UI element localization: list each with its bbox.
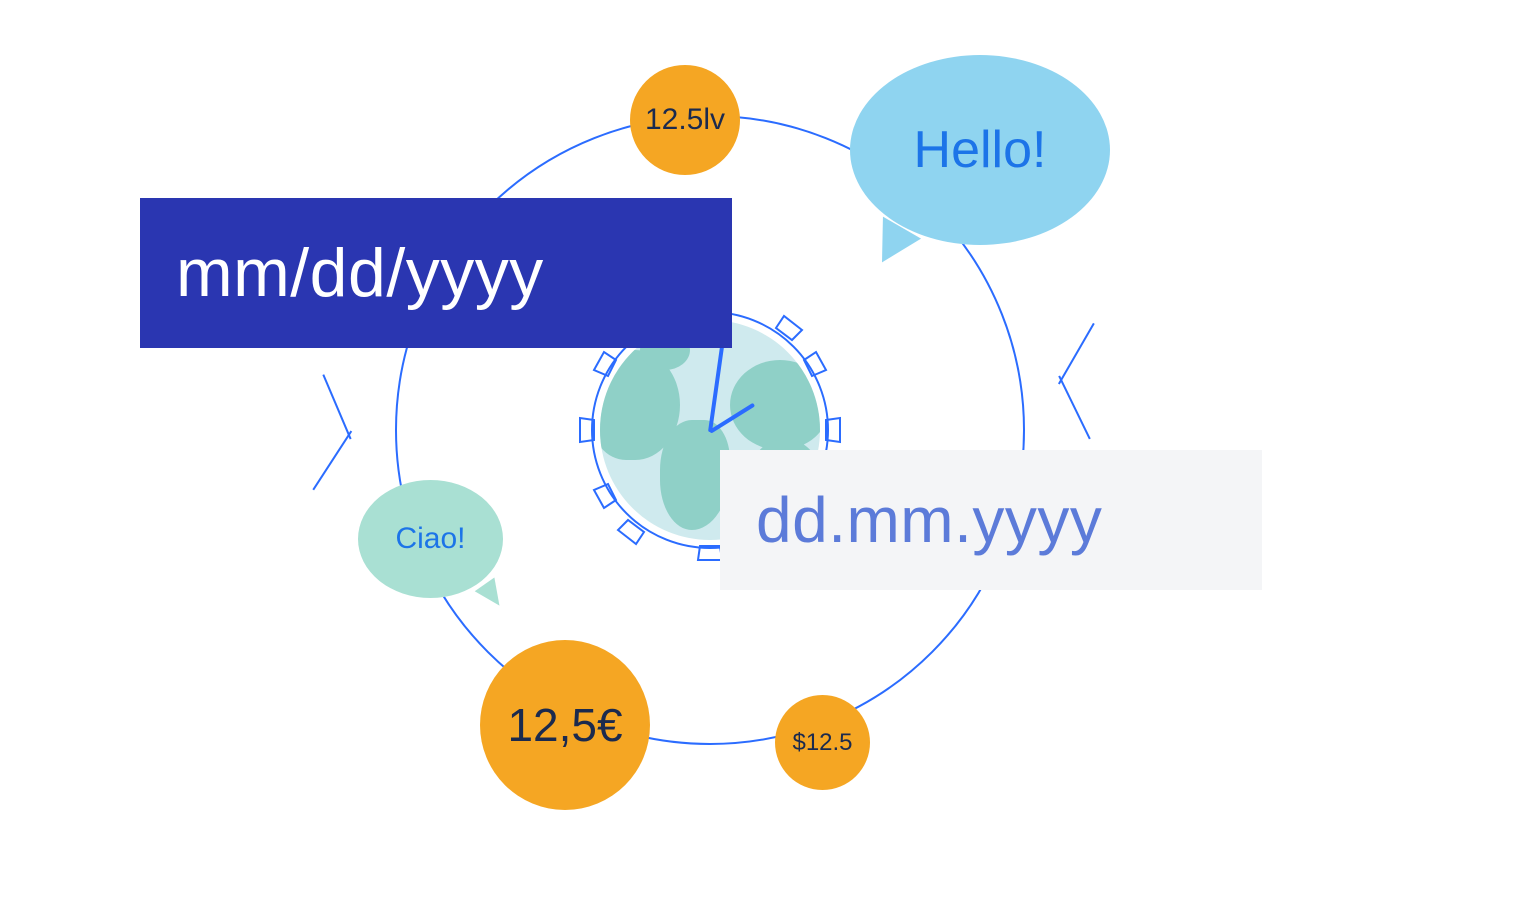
greeting-en-label: Hello! xyxy=(914,120,1047,180)
greeting-it-bubble: Ciao! xyxy=(358,480,503,598)
date-format-secondary-box: dd.mm.yyyy xyxy=(720,450,1262,590)
localization-diagram: 12.5lv Hello! mm/dd/yyyy dd.mm.yyyy Ciao… xyxy=(0,0,1540,920)
date-format-primary-label: mm/dd/yyyy xyxy=(176,234,544,312)
greeting-en-bubble: Hello! xyxy=(850,55,1110,245)
currency-lv-badge: 12.5lv xyxy=(630,65,740,175)
currency-eur-badge: 12,5€ xyxy=(480,640,650,810)
greeting-it-label: Ciao! xyxy=(395,522,465,556)
date-format-secondary-label: dd.mm.yyyy xyxy=(756,483,1102,557)
currency-eur-label: 12,5€ xyxy=(507,698,622,752)
currency-usd-label: $12.5 xyxy=(792,729,852,757)
currency-lv-label: 12.5lv xyxy=(645,103,725,137)
arrowhead-left-icon xyxy=(315,373,385,498)
date-format-primary-box: mm/dd/yyyy xyxy=(140,198,732,348)
currency-usd-badge: $12.5 xyxy=(775,695,870,790)
arrowhead-right-icon xyxy=(1028,319,1092,441)
